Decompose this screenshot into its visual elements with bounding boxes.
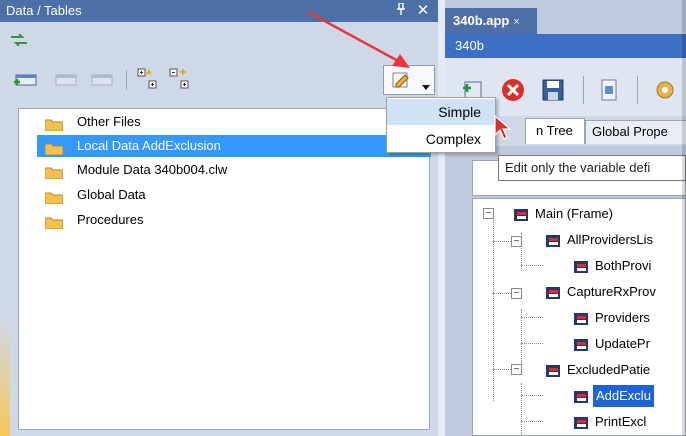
tab-tree[interactable]: n Tree [525, 118, 585, 144]
tree-connector [521, 317, 543, 318]
collapse-toggle[interactable]: − [511, 364, 522, 375]
tab-340b-app[interactable]: 340b.app × [445, 8, 537, 34]
tree-item-local-data[interactable]: Local Data AddExclusion [37, 135, 431, 157]
collapse-toggle[interactable]: − [483, 208, 494, 219]
delete-data-icon[interactable] [88, 72, 114, 93]
save-icon[interactable] [541, 78, 565, 105]
menu-item-simple[interactable]: Simple [387, 99, 495, 125]
window-icon [573, 415, 589, 429]
tree-item-label: Module Data 340b004.clw [77, 162, 228, 177]
tree-connector [521, 343, 543, 344]
sync-icon[interactable] [10, 33, 28, 49]
panel-splitter[interactable] [438, 0, 445, 436]
tree-item-label: Other Files [77, 114, 141, 129]
collapse-toggle[interactable]: − [511, 236, 522, 247]
tree-node-label: BothProvi [595, 258, 652, 273]
callout-arrow [307, 10, 410, 68]
folder-icon [44, 189, 64, 205]
tree-node-label: Providers [595, 310, 650, 325]
window-icon [573, 259, 589, 273]
window-icon [545, 363, 561, 377]
tree-node-label: CaptureRxProv [567, 284, 656, 299]
tree-node-label: PrintExcl [595, 414, 647, 429]
tree-node-label: Main (Frame) [535, 206, 614, 221]
data-tree: Other Files Local Data AddExclusion Modu… [18, 108, 431, 430]
tree-item-label: Global Data [77, 187, 146, 202]
tree-item-label: Local Data AddExclusion [77, 138, 221, 153]
properties-icon[interactable] [597, 78, 621, 105]
tab-close-icon[interactable]: × [513, 16, 519, 28]
tree-node-label: ExcludedPatie [567, 362, 651, 377]
tab-global-properties[interactable]: Global Prope [585, 120, 686, 144]
folder-icon [44, 116, 64, 132]
window-shadow [682, 0, 686, 436]
tree-item-label: Procedures [77, 212, 144, 227]
toolbar-divider [583, 76, 584, 104]
menu-item-complex[interactable]: Complex [387, 126, 495, 152]
tab-label: 340b.app [453, 13, 510, 28]
toolbar-divider [126, 70, 127, 90]
folder-icon [44, 164, 64, 180]
window-icon [573, 337, 589, 351]
collapse-toggle[interactable]: − [511, 288, 522, 299]
folder-icon [44, 214, 64, 230]
cursor-icon [494, 115, 512, 140]
edit-mode-menu: Simple Complex [386, 97, 496, 153]
window-icon [513, 207, 529, 221]
window-icon [573, 311, 589, 325]
tree-connector [521, 421, 543, 422]
gear-icon[interactable] [653, 78, 677, 105]
tree-connector [521, 265, 543, 266]
panel-edge-decoration [0, 320, 10, 436]
procedure-tree: − − − − Main (Frame) AllProvidersLis Bot… [472, 198, 686, 436]
edit-data-icon[interactable] [52, 72, 78, 93]
document-header: 340b [445, 34, 686, 58]
window-icon [545, 285, 561, 299]
tree-connector [521, 395, 543, 396]
tree-connector [493, 211, 494, 401]
tree-connector [521, 383, 522, 435]
add-data-icon[interactable] [12, 72, 38, 93]
expand-all-icon[interactable] [136, 68, 160, 93]
folder-icon [44, 140, 64, 156]
window-icon [545, 233, 561, 247]
tree-node-label: AddExclu [593, 385, 654, 407]
tree-node-label: AllProvidersLis [567, 232, 653, 247]
window-icon [573, 389, 589, 403]
delete-icon[interactable] [501, 78, 525, 105]
panel-title: Data / Tables [6, 3, 82, 18]
toolbar-divider [637, 76, 638, 104]
collapse-all-icon[interactable] [168, 68, 192, 93]
tooltip: Edit only the variable defi [498, 155, 686, 181]
chevron-down-icon [422, 78, 430, 93]
tree-node-label: UpdatePr [595, 336, 650, 351]
